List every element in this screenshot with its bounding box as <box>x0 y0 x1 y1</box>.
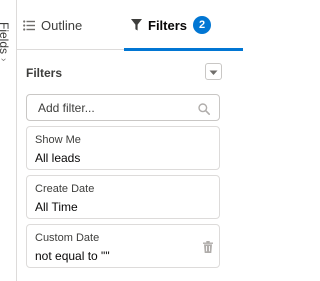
filter-value: not equal to "" <box>35 249 110 263</box>
filter-label: Custom Date <box>35 232 100 244</box>
filters-panel: Filters Show Me All leads Create Date A <box>26 50 222 268</box>
trash-icon[interactable] <box>203 240 213 258</box>
tab-filters-label: Filters <box>148 17 188 33</box>
filter-value: All Time <box>35 200 78 214</box>
filter-card-show-me[interactable]: Show Me All leads <box>26 126 220 170</box>
filter-icon <box>131 19 142 31</box>
filter-card-custom-date[interactable]: Custom Date not equal to "" <box>26 224 220 268</box>
search-icon <box>198 102 210 120</box>
filter-card-create-date[interactable]: Create Date All Time <box>26 175 220 219</box>
panel-tabs: Outline Filters 2 <box>17 0 243 51</box>
tab-filters[interactable]: Filters 2 <box>124 0 243 51</box>
filter-label: Create Date <box>35 183 95 195</box>
add-filter-search <box>26 94 220 121</box>
chevron-right-icon: › <box>0 58 10 61</box>
filter-value: All leads <box>35 151 81 165</box>
fields-rail-tab[interactable]: Fields › <box>0 22 12 74</box>
filters-panel-header: Filters <box>26 50 222 94</box>
filter-count-badge: 2 <box>193 16 212 34</box>
tab-outline-label: Outline <box>41 17 83 33</box>
fields-rail[interactable]: Fields › <box>0 0 17 281</box>
report-builder-panel: Fields › Outline <box>0 0 243 281</box>
filters-menu-button[interactable] <box>205 63 222 80</box>
chevron-down-icon <box>209 63 218 81</box>
filters-panel-title: Filters <box>26 66 63 80</box>
add-filter-input[interactable] <box>27 95 219 120</box>
fields-rail-label: Fields <box>0 22 11 55</box>
list-icon <box>23 19 35 31</box>
tab-outline[interactable]: Outline <box>23 0 123 50</box>
filter-label: Show Me <box>35 134 81 146</box>
